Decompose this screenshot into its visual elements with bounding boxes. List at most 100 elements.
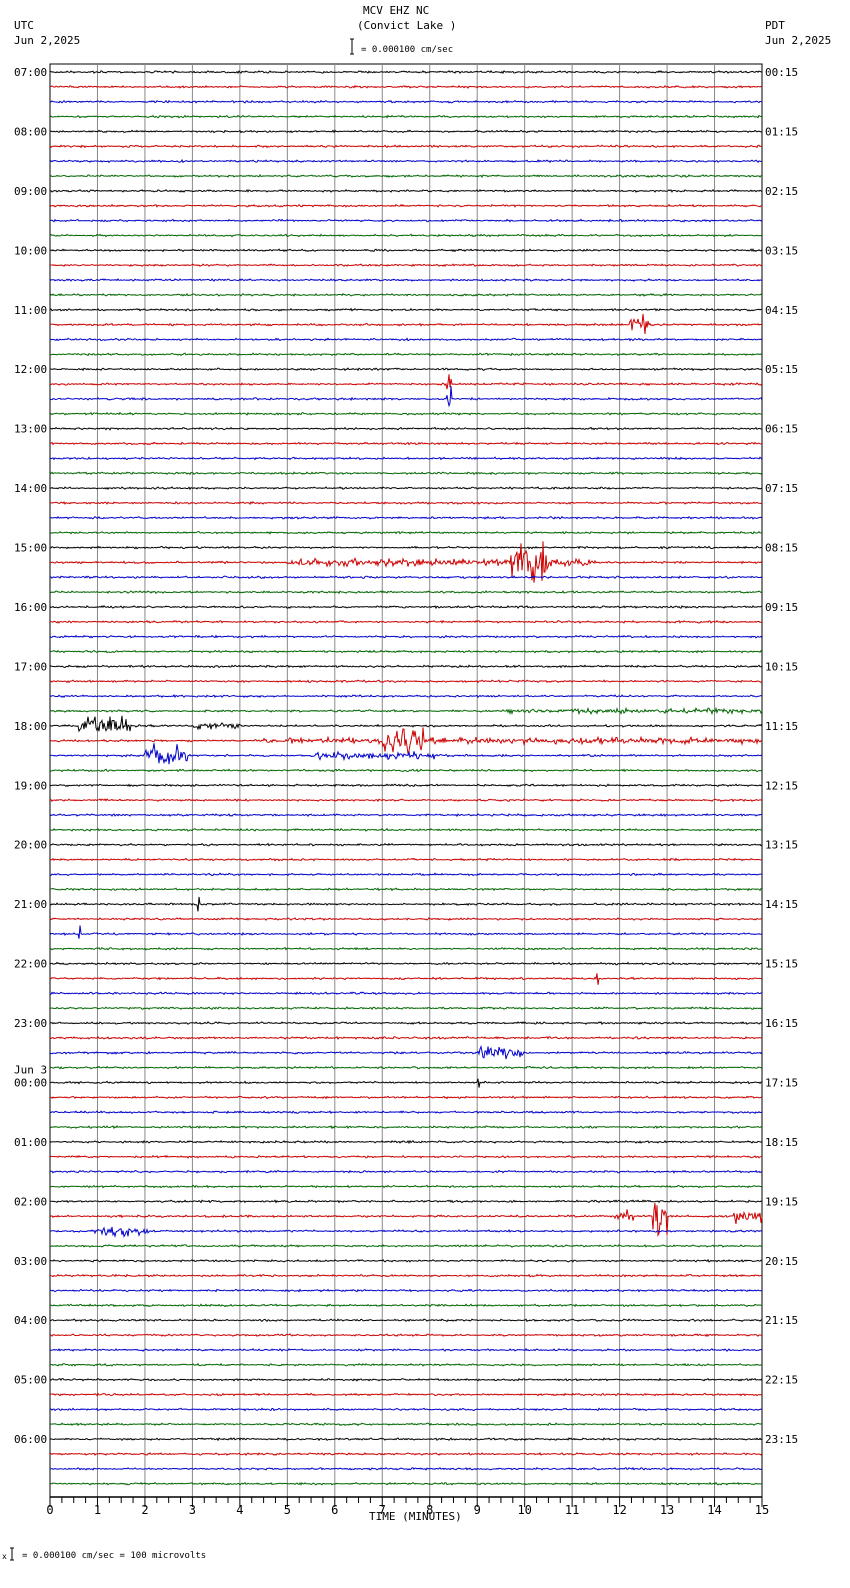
pdt-hour-label: 09:15 xyxy=(765,601,798,614)
trace-line xyxy=(49,386,763,408)
utc-hour-label: 11:00 xyxy=(14,304,47,317)
x-tick-label: 5 xyxy=(284,1503,291,1517)
pdt-hour-label: 15:15 xyxy=(765,958,798,971)
trace-line xyxy=(49,991,762,996)
trace-line xyxy=(49,1065,763,1070)
utc-hour-label: 22:00 xyxy=(14,958,47,971)
svg-text:x: x xyxy=(2,1552,7,1561)
scale-label: = 0.000100 cm/sec xyxy=(361,45,453,55)
pdt-hour-label: 16:15 xyxy=(765,1017,798,1030)
pdt-hour-label: 14:15 xyxy=(765,898,798,911)
trace-line xyxy=(49,1392,763,1397)
utc-hour-label: 14:00 xyxy=(14,482,47,495)
utc-hour-label: 19:00 xyxy=(14,779,47,792)
trace-line xyxy=(49,813,763,818)
utc-hour-label: 01:00 xyxy=(14,1136,47,1149)
trace-line xyxy=(49,1045,763,1060)
trace-line xyxy=(49,1035,763,1040)
trace-line xyxy=(49,501,763,505)
trace-line xyxy=(50,1006,763,1011)
x-tick-label: 4 xyxy=(236,1503,243,1517)
trace-line xyxy=(49,798,763,803)
trace-line xyxy=(49,925,763,939)
trace-line xyxy=(49,946,762,951)
trace-line xyxy=(49,619,763,624)
trace-line xyxy=(49,1407,763,1412)
utc-hour-label: 05:00 xyxy=(14,1374,47,1387)
trace-line xyxy=(49,973,763,985)
trace-line xyxy=(49,1110,763,1115)
utc-hour-label: 10:00 xyxy=(14,244,47,257)
trace-line xyxy=(49,605,763,610)
trace-line xyxy=(49,486,763,491)
pdt-hour-label: 00:15 xyxy=(765,66,798,79)
trace-line xyxy=(49,471,763,476)
pdt-hour-label: 02:15 xyxy=(765,185,798,198)
trace-line xyxy=(49,1273,763,1278)
x-tick-label: 9 xyxy=(474,1503,481,1517)
trace-line xyxy=(49,827,763,832)
x-tick-label: 1 xyxy=(94,1503,101,1517)
right-timezone: PDT xyxy=(765,19,785,32)
trace-line xyxy=(49,1154,763,1159)
trace-line xyxy=(49,144,763,149)
utc-hour-label: 20:00 xyxy=(14,839,47,852)
trace-line xyxy=(49,783,763,788)
trace-line xyxy=(49,857,763,862)
trace-line xyxy=(50,337,763,342)
trace-line xyxy=(49,129,763,134)
pdt-hour-label: 19:15 xyxy=(765,1195,798,1208)
pdt-hour-label: 23:15 xyxy=(765,1433,798,1446)
pdt-hour-label: 13:15 xyxy=(765,839,798,852)
pdt-hour-label: 10:15 xyxy=(765,660,798,673)
trace-line xyxy=(49,114,763,119)
trace-line xyxy=(49,1466,763,1471)
trace-line xyxy=(49,367,763,372)
trace-line xyxy=(49,1125,763,1130)
trace-line xyxy=(49,1422,763,1427)
trace-line xyxy=(49,1377,763,1382)
trace-line xyxy=(49,727,763,754)
trace-line xyxy=(49,292,763,297)
utc-hour-label: 06:00 xyxy=(14,1433,47,1446)
scale-bar-icon xyxy=(350,38,354,55)
trace-line xyxy=(49,649,763,654)
x-tick-label: 13 xyxy=(660,1503,674,1517)
station-title: MCV EHZ NC xyxy=(363,4,429,17)
trace-line xyxy=(49,1452,763,1456)
pdt-hour-label: 08:15 xyxy=(765,542,798,555)
x-tick-label: 11 xyxy=(565,1503,579,1517)
trace-line xyxy=(49,426,763,431)
trace-line xyxy=(49,307,763,312)
pdt-hour-label: 07:15 xyxy=(765,482,798,495)
trace-line xyxy=(49,1184,763,1189)
trace-line xyxy=(49,84,763,89)
trace-line xyxy=(49,1347,763,1352)
x-axis-title: TIME (MINUTES) xyxy=(369,1510,462,1523)
trace-line xyxy=(50,887,763,892)
x-tick-label: 2 xyxy=(141,1503,148,1517)
footer-scale-label: = 0.000100 cm/sec = 100 microvolts xyxy=(22,1551,206,1561)
utc-hour-label: 08:00 xyxy=(14,125,47,138)
x-tick-label: 12 xyxy=(612,1503,626,1517)
trace-line xyxy=(49,1095,763,1100)
trace-line xyxy=(50,1333,763,1338)
utc-hour-label: 13:00 xyxy=(14,423,47,436)
trace-line xyxy=(49,896,763,912)
trace-line xyxy=(49,545,763,550)
trace-line xyxy=(49,872,763,877)
utc-hour-label: 02:00 xyxy=(14,1195,47,1208)
trace-line xyxy=(49,961,762,966)
trace-line xyxy=(49,248,763,253)
trace-line xyxy=(49,1078,763,1088)
helicorder-plot: MCV EHZ NC (Convict Lake ) UTC Jun 2,202… xyxy=(2,4,831,1561)
trace-line xyxy=(49,743,763,765)
trace-line xyxy=(49,1226,763,1239)
trace-line xyxy=(49,278,762,282)
trace-line xyxy=(49,515,763,520)
footer-scale-bar-icon: x xyxy=(2,1547,14,1561)
pdt-hour-label: 01:15 xyxy=(765,125,798,138)
trace-line xyxy=(49,1258,763,1263)
trace-line xyxy=(50,1362,763,1367)
pdt-hour-label: 20:15 xyxy=(765,1255,798,1268)
